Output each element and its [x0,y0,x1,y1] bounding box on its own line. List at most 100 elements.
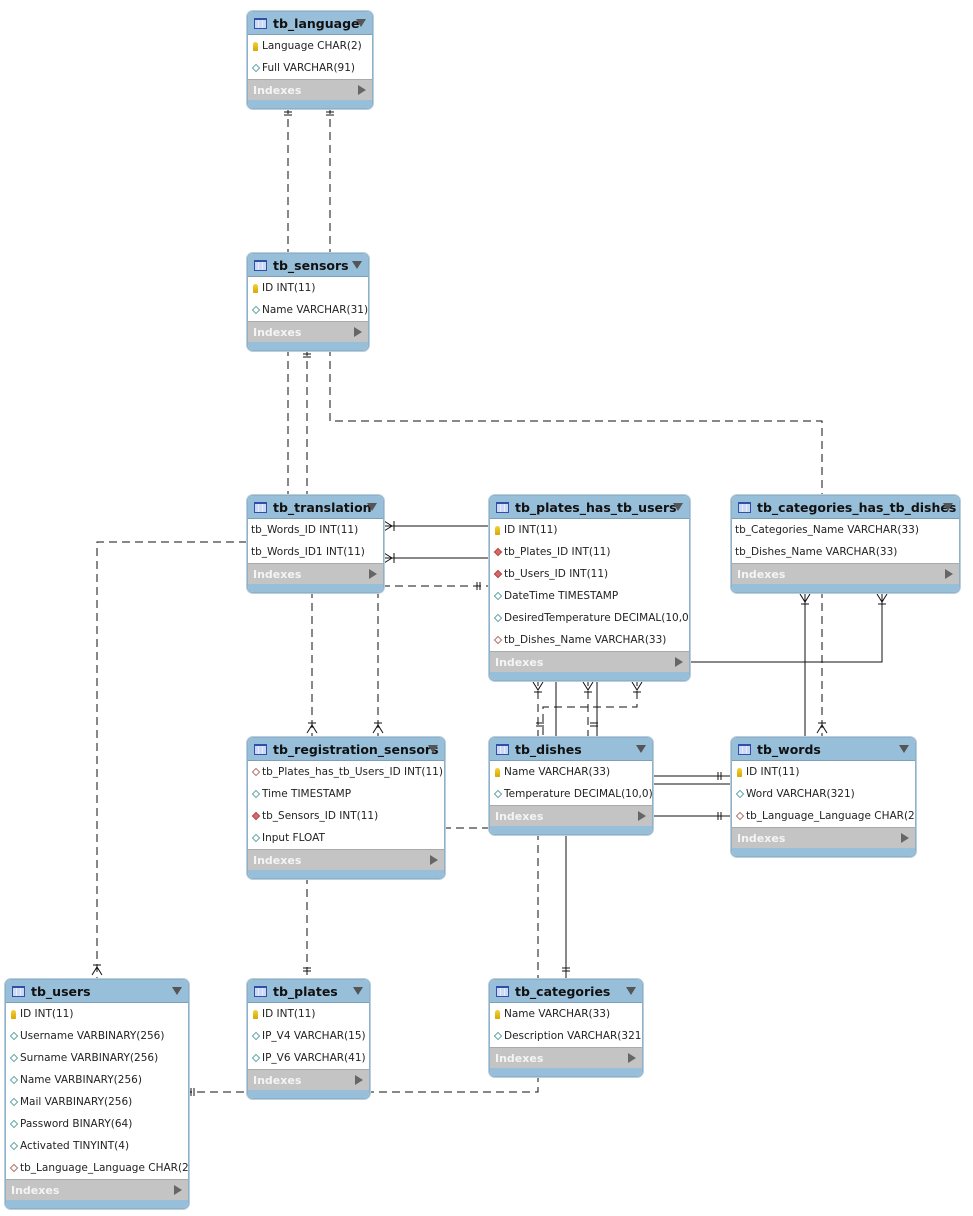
expand-arrow-icon[interactable] [675,657,683,667]
expand-arrow-icon[interactable] [430,855,438,865]
column-row[interactable]: tb_Dishes_Name VARCHAR(33) [490,629,689,651]
column-row[interactable]: tb_Categories_Name VARCHAR(33) [732,519,959,541]
collapse-toggle-icon[interactable] [356,19,366,27]
collapse-toggle-icon[interactable] [367,503,377,511]
collapse-toggle-icon[interactable] [353,987,363,995]
table-tb-language[interactable]: tb_language Language CHAR(2) Full VARCHAR(… [247,11,373,109]
table-tb-plates-has-tb-users[interactable]: tb_plates_has_tb_users ID INT(11) tb_Plate… [489,495,690,681]
column-row[interactable]: Username VARBINARY(256) [6,1025,188,1047]
expand-arrow-icon[interactable] [945,569,953,579]
column-row[interactable]: tb_Sensors_ID INT(11) [248,805,444,827]
table-header[interactable]: tb_language [248,12,372,35]
column-label: Mail VARBINARY(256) [20,1096,133,1108]
table-header[interactable]: tb_dishes [490,738,652,761]
column-row[interactable]: ID INT(11) [248,277,368,299]
expand-arrow-icon[interactable] [628,1053,636,1063]
expand-arrow-icon[interactable] [369,569,377,579]
column-row[interactable]: IP_V4 VARCHAR(15) [248,1025,369,1047]
table-header[interactable]: tb_registration_sensors [248,738,444,761]
collapse-toggle-icon[interactable] [673,503,683,511]
column-row[interactable]: Name VARCHAR(33) [490,761,652,783]
collapse-toggle-icon[interactable] [626,987,636,995]
column-row[interactable]: tb_Plates_has_tb_Users_ID INT(11) [248,761,444,783]
column-label: DesiredTemperature DECIMAL(10,0) [504,612,690,624]
table-tb-registration-sensors[interactable]: tb_registration_sensors tb_Plates_has_tb_… [247,737,445,879]
column-row[interactable]: Language CHAR(2) [248,35,372,57]
column-row[interactable]: tb_Plates_ID INT(11) [490,541,689,563]
table-header[interactable]: tb_words [732,738,915,761]
table-header[interactable]: tb_plates_has_tb_users [490,496,689,519]
table-header[interactable]: tb_translation [248,496,383,519]
expand-arrow-icon[interactable] [638,811,646,821]
column-row[interactable]: Time TIMESTAMP [248,783,444,805]
indexes-section[interactable]: Indexes [732,563,959,584]
indexes-section[interactable]: Indexes [248,563,383,584]
expand-arrow-icon[interactable] [901,833,909,843]
expand-arrow-icon[interactable] [355,1075,363,1085]
table-tb-words[interactable]: tb_words ID INT(11) Word VARCHAR(321) tb_La… [731,737,916,857]
column-row[interactable]: Password BINARY(64) [6,1113,188,1135]
indexes-section[interactable]: Indexes [490,651,689,672]
collapse-toggle-icon[interactable] [428,745,438,753]
column-row[interactable]: tb_Dishes_Name VARCHAR(33) [732,541,959,563]
column-row[interactable]: DateTime TIMESTAMP [490,585,689,607]
column-row[interactable]: ID INT(11) [732,761,915,783]
column-row[interactable]: Input FLOAT [248,827,444,849]
expand-arrow-icon[interactable] [354,327,362,337]
column-row[interactable]: tb_Language_Language CHAR(2) [732,805,915,827]
column-row[interactable]: Temperature DECIMAL(10,0) [490,783,652,805]
indexes-section[interactable]: Indexes [490,805,652,826]
indexes-section[interactable]: Indexes [248,321,368,342]
column-icon [251,833,260,843]
collapse-toggle-icon[interactable] [636,745,646,753]
column-row[interactable]: Mail VARBINARY(256) [6,1091,188,1113]
table-tb-dishes[interactable]: tb_dishes Name VARCHAR(33) Temperature DEC… [489,737,653,835]
column-row[interactable]: IP_V6 VARCHAR(41) [248,1047,369,1069]
column-row[interactable]: tb_Users_ID INT(11) [490,563,689,585]
column-row[interactable]: Name VARBINARY(256) [6,1069,188,1091]
table-header[interactable]: tb_sensors [248,254,368,277]
table-tb-translation[interactable]: tb_translation tb_Words_ID INT(11) tb_Word… [247,495,384,593]
column-row[interactable]: ID INT(11) [6,1003,188,1025]
table-header[interactable]: tb_categories_has_tb_dishes [732,496,959,519]
table-tb-sensors[interactable]: tb_sensors ID INT(11) Name VARCHAR(31) Inde… [247,253,369,351]
collapse-toggle-icon[interactable] [899,745,909,753]
column-row[interactable]: Name VARCHAR(31) [248,299,368,321]
table-tb-categories-has-tb-dishes[interactable]: tb_categories_has_tb_dishes tb_Categories… [731,495,960,593]
column-row[interactable]: tb_Words_ID INT(11) [248,519,383,541]
indexes-section[interactable]: Indexes [248,79,372,100]
column-row[interactable]: tb_Language_Language CHAR(2) [6,1157,188,1179]
table-footer [490,826,652,834]
column-row[interactable]: tb_Words_ID1 INT(11) [248,541,383,563]
table-header[interactable]: tb_categories [490,980,642,1003]
column-row[interactable]: Description VARCHAR(321) [490,1025,642,1047]
column-row[interactable]: Surname VARBINARY(256) [6,1047,188,1069]
column-row[interactable]: DesiredTemperature DECIMAL(10,0) [490,607,689,629]
column-row[interactable]: ID INT(11) [490,519,689,541]
indexes-section[interactable]: Indexes [732,827,915,848]
table-name: tb_translation [273,499,372,515]
table-icon [254,743,267,755]
table-tb-categories[interactable]: tb_categories Name VARCHAR(33) Description… [489,979,643,1077]
table-name: tb_plates [273,983,338,999]
table-name: tb_words [757,741,821,757]
column-label: tb_Words_ID1 INT(11) [251,546,365,558]
table-tb-plates[interactable]: tb_plates ID INT(11) IP_V4 VARCHAR(15) IP_V… [247,979,370,1099]
indexes-section[interactable]: Indexes [490,1047,642,1068]
expand-arrow-icon[interactable] [358,85,366,95]
collapse-toggle-icon[interactable] [172,987,182,995]
indexes-section[interactable]: Indexes [248,1069,369,1090]
indexes-section[interactable]: Indexes [6,1179,188,1200]
column-row[interactable]: Word VARCHAR(321) [732,783,915,805]
collapse-toggle-icon[interactable] [352,261,362,269]
column-row[interactable]: Activated TINYINT(4) [6,1135,188,1157]
table-header[interactable]: tb_users [6,980,188,1003]
table-tb-users[interactable]: tb_users ID INT(11) Username VARBINARY(256… [5,979,189,1209]
column-row[interactable]: Name VARCHAR(33) [490,1003,642,1025]
column-row[interactable]: ID INT(11) [248,1003,369,1025]
column-row[interactable]: Full VARCHAR(91) [248,57,372,79]
table-header[interactable]: tb_plates [248,980,369,1003]
expand-arrow-icon[interactable] [174,1185,182,1195]
collapse-toggle-icon[interactable] [943,503,953,511]
indexes-section[interactable]: Indexes [248,849,444,870]
